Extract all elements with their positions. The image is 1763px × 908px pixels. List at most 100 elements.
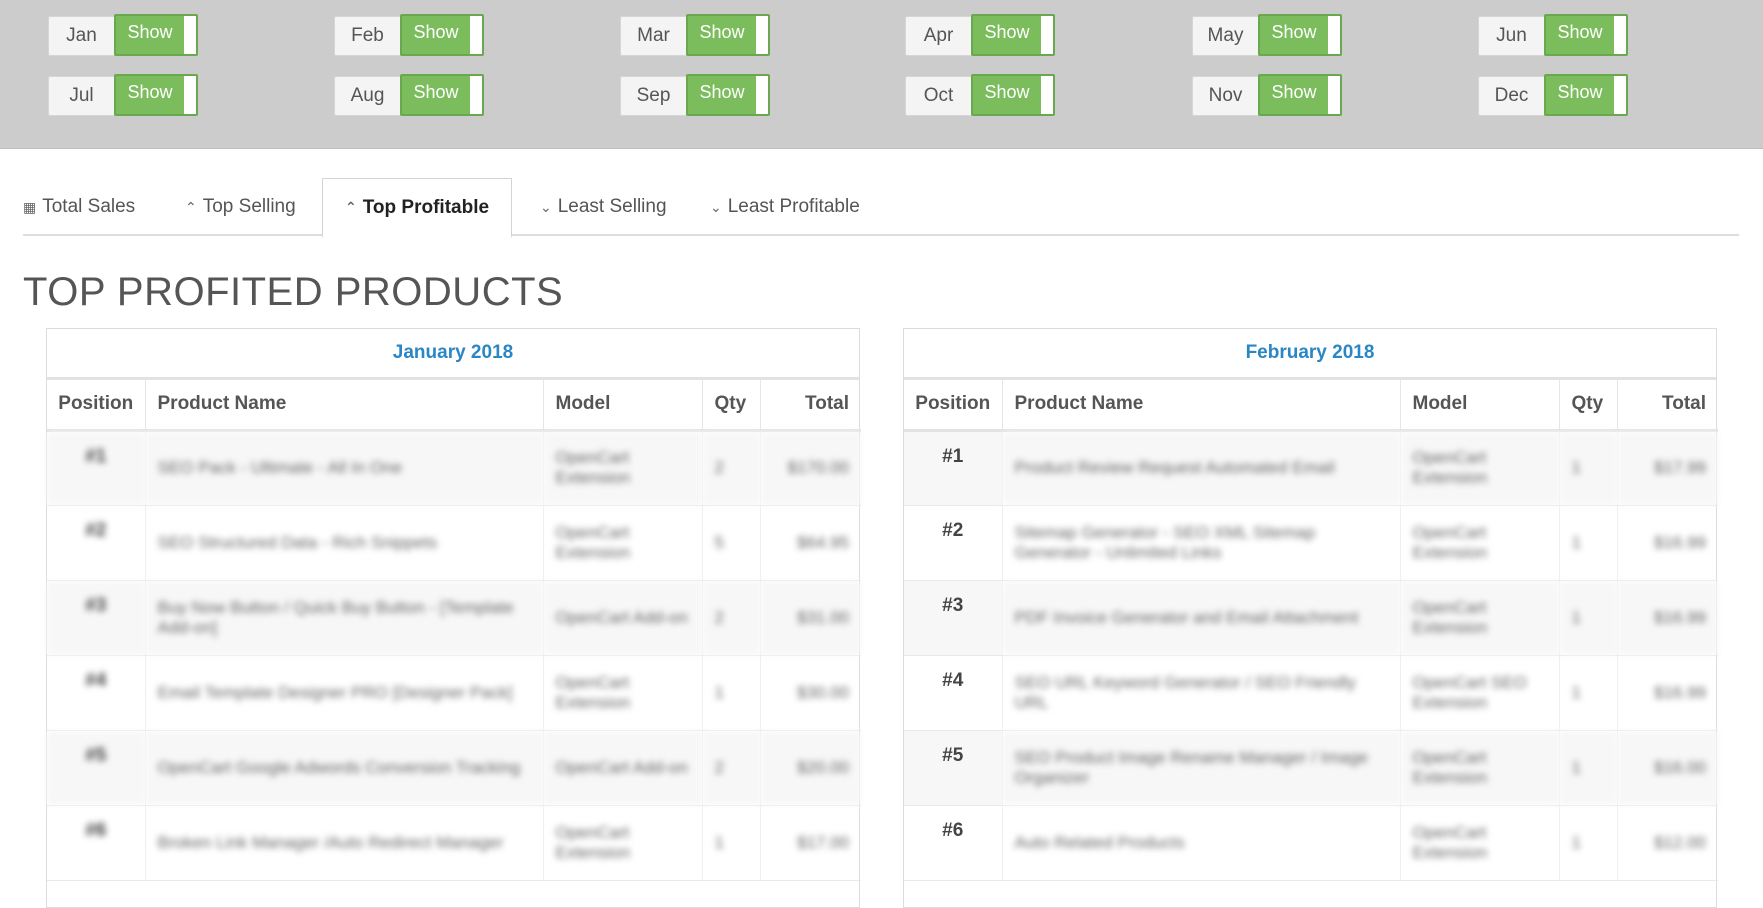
table-row: #3 PDF Invoice Generator and Email Attach…	[904, 580, 1718, 656]
month-label: Feb	[334, 16, 400, 56]
table-row: #3 Buy Now Button / Quick Buy Button - [T…	[47, 580, 861, 656]
switch-knob	[184, 76, 196, 114]
row-qty: 1	[1559, 505, 1618, 581]
row-total: $170.00	[760, 430, 861, 506]
row-product-name: OpenCart Google Adwords Conversion Track…	[145, 730, 544, 806]
tab-least-selling[interactable]: ⌄ Least Selling	[540, 178, 667, 236]
table-row: #6 Auto Related Products OpenCart Extensio…	[904, 805, 1718, 881]
table-row: #6 Broken Link Manager /Auto Redirect Man…	[47, 805, 861, 881]
row-total: $31.00	[760, 580, 861, 656]
show-toggle-label: Show	[699, 21, 745, 42]
products-table: Position Product Name Model Qty Total #1 Produ…	[904, 380, 1718, 881]
row-product-name: Auto Related Products	[1002, 805, 1401, 881]
row-model: OpenCart Extension	[1400, 730, 1560, 806]
switch-knob	[1614, 16, 1626, 54]
row-product-name: Sitemap Generator - SEO XML Sitemap Gene…	[1002, 505, 1401, 581]
row-model: OpenCart Extension	[1400, 580, 1560, 656]
row-model: OpenCart Add-on	[543, 580, 703, 656]
row-position: #3	[904, 580, 1003, 656]
show-toggle-switch[interactable]: Show	[1258, 74, 1342, 116]
row-qty: 1	[1559, 580, 1618, 656]
show-toggle-switch[interactable]: Show	[114, 14, 198, 56]
row-model: OpenCart SEO Extension	[1400, 655, 1560, 731]
month-filter-bar: Jan Show Feb Show Mar Show Apr Show May Show Jun Sh…	[0, 0, 1763, 149]
tab-label: Total Sales	[42, 196, 136, 217]
row-total: $12.00	[1617, 805, 1718, 881]
month-label: Dec	[1478, 76, 1544, 116]
table-header-row: Position Product Name Model Qty Total	[47, 380, 861, 432]
show-toggle-switch[interactable]: Show	[400, 74, 484, 116]
month-label: May	[1192, 16, 1258, 56]
show-toggle-label: Show	[127, 21, 173, 42]
products-table: Position Product Name Model Qty Total #1 SEO P…	[47, 380, 861, 881]
row-model: OpenCart Extension	[1400, 430, 1560, 506]
column-position: Position	[47, 380, 146, 432]
switch-knob	[184, 16, 196, 54]
show-toggle-label: Show	[984, 81, 1030, 102]
report-tabs: ▦ Total Sales ⌃ Top Selling ⌃ Top Profitable ⌄…	[23, 178, 1739, 238]
tab-top-profitable[interactable]: ⌃ Top Profitable	[322, 178, 513, 238]
row-product-name: Email Template Designer PRO [Designer Pa…	[145, 655, 544, 731]
row-model: OpenCart Extension	[543, 655, 703, 731]
show-toggle-switch[interactable]: Show	[971, 74, 1055, 116]
row-qty: 1	[1559, 730, 1618, 806]
row-qty: 1	[702, 805, 761, 881]
row-total: $16.00	[1617, 730, 1718, 806]
tab-total-sales[interactable]: ▦ Total Sales	[23, 178, 135, 236]
row-model: OpenCart Extension	[1400, 505, 1560, 581]
row-position: #5	[47, 730, 146, 806]
show-toggle-switch[interactable]: Show	[686, 14, 770, 56]
row-total: $30.00	[760, 655, 861, 731]
month-label: Jun	[1478, 16, 1544, 56]
table-row: #2 Sitemap Generator - SEO XML Sitemap Ge…	[904, 505, 1718, 581]
show-toggle-switch[interactable]: Show	[971, 14, 1055, 56]
row-product-name: SEO Product Image Rename Manager / Image…	[1002, 730, 1401, 806]
row-model: OpenCart Add-on	[543, 730, 703, 806]
month-label: Nov	[1192, 76, 1258, 116]
table-row: #1 Product Review Request Automated Email…	[904, 430, 1718, 506]
row-total: $17.99	[1617, 430, 1718, 506]
row-position: #1	[904, 430, 1003, 506]
row-total: $64.95	[760, 505, 861, 581]
row-position: #4	[47, 655, 146, 731]
column-position: Position	[904, 380, 1003, 432]
row-qty: 1	[1559, 805, 1618, 881]
tab-label: Top Profitable	[362, 196, 490, 218]
switch-knob	[1041, 76, 1053, 114]
show-toggle-switch[interactable]: Show	[1258, 14, 1342, 56]
row-product-name: SEO Structured Data - Rich Snippets	[145, 505, 544, 581]
month-label: Jan	[48, 16, 114, 56]
table-icon: ▦	[23, 198, 37, 215]
tab-top-selling[interactable]: ⌃ Top Selling	[185, 178, 296, 236]
row-product-name: SEO Pack - Ultimate - All In One	[145, 430, 544, 506]
double-chevron-down-icon: ⌄	[540, 198, 552, 215]
tab-least-profitable[interactable]: ⌄ Least Profitable	[710, 178, 860, 236]
column-total: Total	[760, 380, 861, 432]
double-chevron-down-icon: ⌄	[710, 198, 722, 215]
show-toggle-label: Show	[1271, 81, 1317, 102]
show-toggle-switch[interactable]: Show	[1544, 14, 1628, 56]
table-row: #5 SEO Product Image Rename Manager / Ima…	[904, 730, 1718, 806]
tab-label: Least Profitable	[727, 196, 860, 217]
show-toggle-switch[interactable]: Show	[114, 74, 198, 116]
switch-knob	[756, 76, 768, 114]
switch-knob	[756, 16, 768, 54]
month-label: Apr	[905, 16, 971, 56]
table-row: #2 SEO Structured Data - Rich Snippets Ope…	[47, 505, 861, 581]
column-model: Model	[543, 380, 703, 432]
row-position: #6	[904, 805, 1003, 881]
row-total: $16.99	[1617, 655, 1718, 731]
row-qty: 1	[702, 655, 761, 731]
month-label: Sep	[620, 76, 686, 116]
table-row: #4 Email Template Designer PRO [Designer …	[47, 655, 861, 731]
row-qty: 5	[702, 505, 761, 581]
show-toggle-label: Show	[413, 21, 459, 42]
show-toggle-switch[interactable]: Show	[1544, 74, 1628, 116]
row-position: #3	[47, 580, 146, 656]
row-product-name: SEO URL Keyword Generator / SEO Friendly…	[1002, 655, 1401, 731]
row-total: $16.99	[1617, 505, 1718, 581]
show-toggle-switch[interactable]: Show	[686, 74, 770, 116]
show-toggle-switch[interactable]: Show	[400, 14, 484, 56]
show-toggle-label: Show	[984, 21, 1030, 42]
show-toggle-label: Show	[699, 81, 745, 102]
